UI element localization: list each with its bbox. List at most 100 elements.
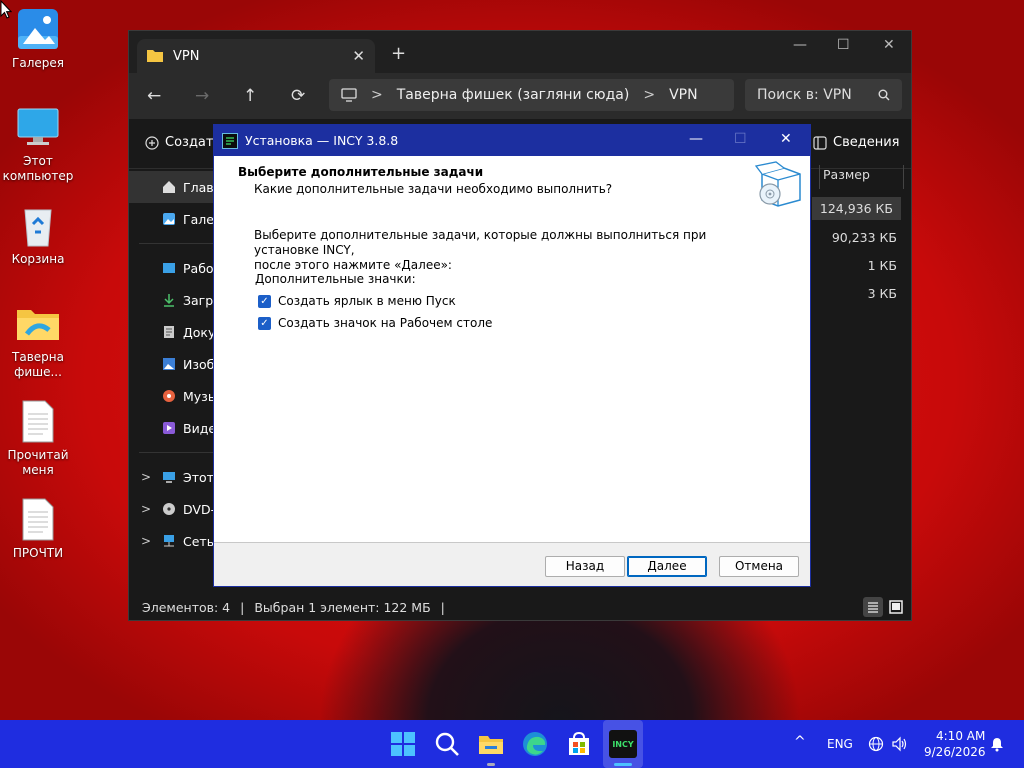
sidebar-item-desktop[interactable]: Рабоч: [129, 252, 221, 284]
notification-icon[interactable]: [989, 736, 1005, 752]
minimize-button[interactable]: —: [793, 37, 807, 53]
music-icon: [163, 390, 175, 402]
chevron-right-icon[interactable]: >: [141, 470, 151, 484]
sidebar-item-label: Виде: [183, 420, 217, 436]
status-separator: |: [240, 599, 245, 615]
desktop-icon-recycle-bin[interactable]: Корзина: [0, 202, 76, 267]
wizard-description: Выберите дополнительные задачи, которые …: [254, 228, 774, 273]
sidebar-item-video[interactable]: Виде: [129, 412, 219, 444]
clock-date[interactable]: 9/26/2026: [924, 745, 986, 759]
incy-icon-label: INCY: [612, 739, 634, 749]
sidebar-item-music[interactable]: Музы: [129, 380, 219, 412]
file-size-cell[interactable]: 1 КБ: [868, 258, 897, 273]
edge-icon[interactable]: [521, 730, 549, 758]
close-button[interactable]: ✕: [883, 37, 895, 53]
desktop-icon-this-pc[interactable]: Этот компьютер: [0, 104, 76, 184]
status-separator: |: [440, 599, 445, 615]
folder-icon: [147, 50, 163, 62]
sidebar-item-pictures[interactable]: Изобр: [129, 348, 222, 380]
desktop-icon-folder[interactable]: Таверна фише...: [0, 300, 76, 380]
breadcrumb-separator: >: [643, 87, 656, 103]
up-button[interactable]: ↑: [243, 86, 257, 106]
breadcrumb-item[interactable]: Таверна фишек (загляни сюда): [397, 87, 630, 103]
clock-time[interactable]: 4:10 AM: [936, 729, 985, 743]
file-size-cell[interactable]: 90,233 КБ: [832, 230, 897, 245]
tab-close-icon[interactable]: ✕: [352, 47, 365, 65]
details-view-button[interactable]: [863, 597, 883, 617]
column-header-size[interactable]: Размер: [823, 167, 870, 182]
taskbar: INCY ^ ENG 4:10 AM 9/26/2026: [0, 720, 1024, 768]
desktop-icon-gallery[interactable]: Галерея: [0, 6, 76, 71]
sidebar-item-dvd[interactable]: > DVD-,: [129, 493, 219, 525]
sidebar-item-network[interactable]: > Сеть: [129, 525, 219, 557]
installer-box-icon: [754, 161, 801, 207]
desktop-icon-read[interactable]: ПРОЧТИ: [0, 496, 76, 561]
task-group-label: Дополнительные значки:: [255, 272, 416, 286]
sidebar-item-home[interactable]: Главн: [129, 171, 222, 203]
refresh-button[interactable]: ⟳: [291, 86, 305, 106]
file-size-cell[interactable]: 3 КБ: [868, 286, 897, 301]
dialog-title-bar: Установка — INCY 3.8.8 — ☐ ✕: [214, 125, 810, 156]
documents-icon: [164, 326, 174, 338]
explorer-tab[interactable]: VPN ✕: [137, 39, 375, 73]
this-pc-icon: [15, 104, 61, 150]
column-divider: [903, 165, 904, 189]
recycle-bin-icon: [15, 202, 61, 248]
file-explorer-icon[interactable]: [477, 730, 505, 758]
start-icon[interactable]: [389, 730, 417, 758]
dialog-separator: [214, 542, 810, 543]
sidebar-item-this-pc[interactable]: > Этот к: [129, 461, 225, 493]
chevron-right-icon[interactable]: >: [141, 534, 151, 548]
new-tab-button[interactable]: +: [391, 43, 406, 64]
dialog-minimize-button[interactable]: —: [689, 131, 703, 147]
search-placeholder: Поиск в: VPN: [757, 87, 852, 103]
pictures-icon: [163, 358, 175, 370]
address-bar[interactable]: > Таверна фишек (загляни сюда) > VPN: [329, 79, 734, 111]
column-divider: [819, 165, 820, 189]
text-document-icon: [15, 496, 61, 542]
incy-icon[interactable]: INCY: [609, 730, 637, 758]
task-desktop-icon[interactable]: ✓ Создать значок на Рабочем столе: [258, 316, 492, 330]
task-start-menu-shortcut[interactable]: ✓ Создать ярлык в меню Пуск: [258, 294, 456, 308]
create-button[interactable]: Создать: [145, 135, 221, 150]
navigation-pane: Главн Галер Рабоч Загру Докум Изобр Музы: [129, 171, 225, 557]
checkbox-checked[interactable]: ✓: [258, 316, 271, 330]
store-icon[interactable]: [565, 730, 593, 758]
list-view-icon: [868, 602, 878, 613]
dialog-maximize-button[interactable]: ☐: [734, 131, 747, 147]
chevron-right-icon[interactable]: >: [141, 502, 151, 516]
search-icon[interactable]: [433, 730, 461, 758]
cancel-button[interactable]: Отмена: [719, 556, 799, 577]
file-size-cell[interactable]: 124,936 КБ: [811, 197, 901, 220]
desktop-icon-readme[interactable]: Прочитай меня: [0, 398, 76, 478]
breadcrumb-item[interactable]: VPN: [669, 87, 698, 103]
desktop-icon-label: Таверна фише...: [12, 350, 64, 379]
dialog-title: Установка — INCY 3.8.8: [245, 133, 399, 148]
checkbox-checked[interactable]: ✓: [258, 294, 271, 308]
speaker-icon[interactable]: [891, 736, 909, 752]
active-indicator: [614, 763, 632, 766]
back-button[interactable]: Назад: [545, 556, 625, 577]
wizard-description-line: Выберите дополнительные задачи, которые …: [254, 228, 707, 257]
sidebar-divider: [139, 243, 219, 244]
tray-overflow-chevron-icon[interactable]: ^: [794, 734, 806, 750]
next-button[interactable]: Далее: [627, 556, 707, 577]
sidebar-item-downloads[interactable]: Загру: [129, 284, 221, 316]
details-button[interactable]: Сведения: [813, 135, 900, 150]
back-button[interactable]: ←: [147, 86, 161, 106]
sidebar-item-gallery[interactable]: Галер: [129, 203, 222, 235]
breadcrumb-separator: >: [371, 87, 383, 103]
search-input[interactable]: Поиск в: VPN: [745, 79, 902, 111]
forward-button[interactable]: →: [195, 86, 209, 106]
sidebar-divider: [139, 452, 219, 453]
wizard-subheading: Какие дополнительные задачи необходимо в…: [254, 182, 613, 196]
network-icon: [164, 535, 174, 547]
tiles-view-button[interactable]: [886, 597, 906, 617]
dialog-close-button[interactable]: ✕: [780, 131, 792, 147]
maximize-button[interactable]: ☐: [837, 37, 850, 53]
running-indicator: [487, 763, 495, 766]
language-indicator[interactable]: ENG: [827, 737, 853, 751]
plus-circle-icon: [145, 135, 159, 150]
sidebar-item-documents[interactable]: Докум: [129, 316, 225, 348]
globe-icon[interactable]: [868, 736, 884, 752]
